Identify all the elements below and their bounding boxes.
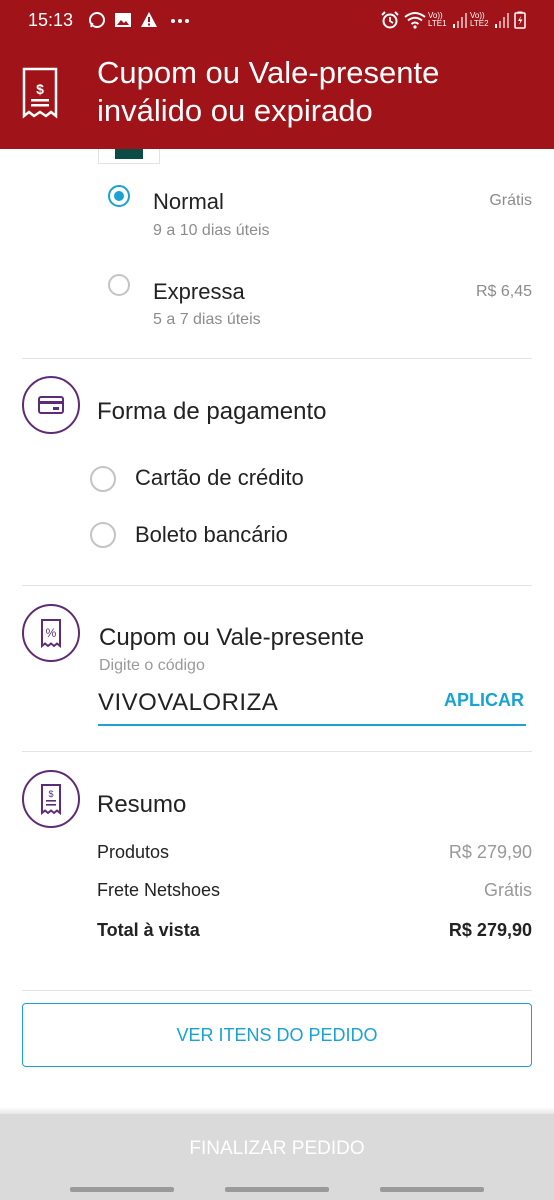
finalize-order-label: FINALIZAR PEDIDO [189, 1138, 365, 1159]
image-icon [115, 13, 131, 27]
whatsapp-icon [89, 12, 105, 28]
payment-credit-card-label: Cartão de crédito [135, 465, 304, 490]
payment-title: Forma de pagamento [97, 398, 327, 425]
payment-section-icon [22, 376, 80, 434]
summary-shipping-value: Grátis [483, 880, 532, 900]
warning-icon [141, 12, 157, 27]
summary-section-icon: $ [22, 770, 80, 828]
status-time: 15:13 [28, 10, 74, 30]
bottom-bar-shadow [0, 1107, 554, 1114]
wifi-icon [404, 12, 426, 29]
summary-total-value: R$ 279,90 [448, 920, 532, 940]
shipping-normal-label: Normal [153, 189, 224, 214]
coupon-input[interactable] [98, 686, 418, 720]
divider [22, 751, 532, 752]
shipping-express-radio[interactable] [108, 274, 130, 296]
coupon-percent-icon: % [41, 619, 61, 649]
summary-products-label: Produtos [97, 842, 170, 862]
coupon-field: APLICAR [98, 682, 526, 726]
svg-text:%: % [46, 626, 57, 640]
alarm-icon [381, 11, 399, 29]
apply-coupon-button[interactable]: APLICAR [444, 690, 524, 711]
more-notifications-icon [171, 19, 189, 23]
shipping-express-label: Expressa [153, 279, 245, 304]
sim2-label: Vo)) LTE2 [470, 11, 489, 28]
signal-icon [495, 13, 509, 28]
divider [22, 358, 532, 359]
svg-text:$: $ [36, 81, 44, 97]
receipt-icon: $ [41, 784, 61, 816]
battery-icon [514, 11, 526, 29]
product-image [115, 149, 143, 159]
divider [22, 990, 532, 991]
product-thumbnail [98, 149, 160, 164]
shipping-normal-time: 9 a 10 dias úteis [153, 222, 270, 239]
shipping-normal-radio[interactable] [108, 185, 130, 207]
shipping-express-time: 5 a 7 dias úteis [153, 311, 261, 328]
error-message: Cupom ou Vale-presente inválido ou expir… [97, 55, 440, 128]
sim1-label: Vo)) LTE1 [428, 11, 447, 28]
divider [22, 585, 532, 586]
summary-title: Resumo [97, 791, 187, 818]
summary-shipping-label: Frete Netshoes [97, 880, 221, 900]
summary-products-value: R$ 279,90 [448, 842, 532, 862]
nav-bar-back[interactable] [380, 1187, 484, 1192]
shipping-normal-price: Grátis [489, 192, 532, 209]
nav-bar-recents[interactable] [70, 1187, 174, 1192]
payment-boleto-radio[interactable] [90, 522, 116, 548]
signal-icon [453, 13, 467, 28]
coupon-title: Cupom ou Vale-presente [99, 624, 365, 651]
summary-total-label: Total à vista [97, 920, 200, 940]
payment-boleto-label: Boleto bancário [135, 522, 288, 547]
shipping-express-price: R$ 6,45 [475, 283, 532, 300]
coupon-hint: Digite o código [99, 657, 205, 674]
receipt-dollar-icon: $ [22, 67, 58, 119]
svg-text:$: $ [48, 789, 53, 799]
coupon-section-icon: % [22, 604, 80, 662]
payment-credit-card-radio[interactable] [90, 466, 116, 492]
view-order-items-button[interactable]: VER ITENS DO PEDIDO [22, 1003, 532, 1067]
nav-bar-home[interactable] [225, 1187, 329, 1192]
credit-card-icon [38, 396, 64, 414]
